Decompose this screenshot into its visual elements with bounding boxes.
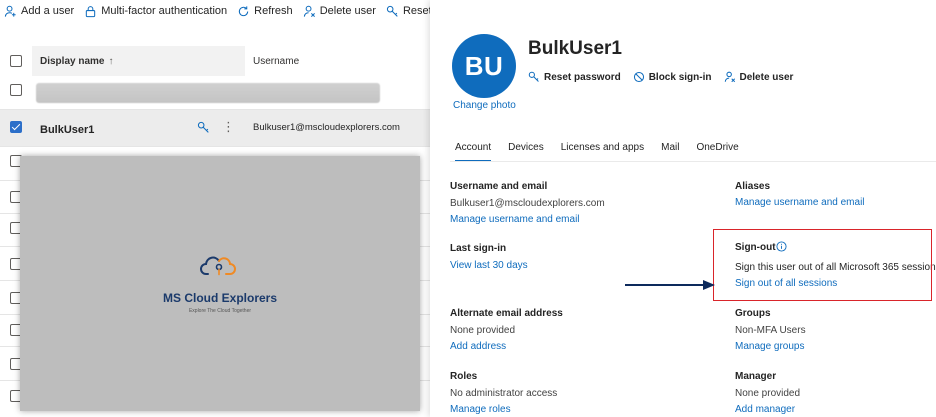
row-display-name[interactable]: BulkUser1 bbox=[40, 124, 94, 136]
key-icon bbox=[386, 5, 398, 17]
user-actions: Reset password Block sign-in Delete user bbox=[528, 71, 805, 83]
refresh-label: Refresh bbox=[254, 5, 293, 17]
watermark-overlay: MS Cloud Explorers Explore The Cloud Tog… bbox=[20, 156, 420, 411]
tabs-divider bbox=[450, 161, 936, 162]
avatar: BU bbox=[452, 34, 516, 98]
watermark-title: MS Cloud Explorers bbox=[162, 291, 278, 305]
reset-password-action-label: Reset password bbox=[544, 71, 621, 83]
lock-icon bbox=[86, 5, 96, 17]
aliases-label: Aliases bbox=[735, 181, 771, 192]
tab-account[interactable]: Account bbox=[455, 142, 492, 162]
alternate-email-label: Alternate email address bbox=[450, 308, 563, 319]
delete-user-action-label: Delete user bbox=[739, 71, 794, 83]
change-photo-link[interactable]: Change photo bbox=[453, 100, 516, 111]
mfa-button[interactable]: Multi-factor authentication bbox=[84, 5, 227, 18]
delete-user-label: Delete user bbox=[319, 5, 376, 17]
manage-aliases-link[interactable]: Manage username and email bbox=[735, 197, 865, 208]
delete-user-button[interactable]: Delete user bbox=[724, 71, 794, 83]
row-checkbox[interactable] bbox=[10, 84, 22, 96]
table-header: Display name ↑ Username bbox=[0, 46, 430, 76]
command-bar: Add a user Multi-factor authentication R… bbox=[0, 0, 430, 22]
user-detail-panel: BU Change photo BulkUser1 Reset password… bbox=[430, 0, 936, 417]
groups-value: Non-MFA Users bbox=[735, 325, 806, 336]
key-icon bbox=[528, 71, 539, 82]
users-list-pane: Add a user Multi-factor authentication R… bbox=[0, 0, 430, 417]
column-username-label: Username bbox=[253, 55, 300, 67]
manage-username-link[interactable]: Manage username and email bbox=[450, 214, 580, 225]
person-delete-icon bbox=[303, 5, 315, 17]
tab-mail[interactable]: Mail bbox=[661, 142, 679, 161]
more-options-icon[interactable]: ⋮ bbox=[222, 120, 235, 133]
last-sign-in-label: Last sign-in bbox=[450, 243, 507, 254]
refresh-icon bbox=[238, 5, 249, 16]
reset-password-label: Reset password bbox=[402, 5, 430, 17]
row-divider bbox=[0, 146, 430, 147]
watermark-tagline: Explore The Cloud Together bbox=[188, 308, 252, 314]
delete-user-toolbar-button[interactable]: Delete user bbox=[303, 5, 376, 18]
tab-devices[interactable]: Devices bbox=[508, 142, 544, 161]
person-add-icon bbox=[4, 5, 16, 17]
reset-password-button[interactable]: Reset password bbox=[528, 71, 621, 83]
add-address-link[interactable]: Add address bbox=[450, 341, 506, 352]
roles-value: No administrator access bbox=[450, 388, 558, 399]
alternate-email-value: None provided bbox=[450, 325, 516, 336]
row-checkbox-checked[interactable] bbox=[10, 121, 22, 133]
refresh-button[interactable]: Refresh bbox=[237, 5, 293, 18]
key-icon[interactable] bbox=[197, 121, 210, 134]
person-delete-icon bbox=[724, 71, 735, 83]
arrow-right-icon bbox=[625, 280, 715, 290]
block-sign-in-label: Block sign-in bbox=[648, 71, 712, 83]
reset-password-toolbar-button[interactable]: Reset password bbox=[386, 5, 430, 18]
user-display-name: BulkUser1 bbox=[528, 38, 622, 59]
column-display-name-label: Display name bbox=[40, 55, 105, 67]
sort-ascending-icon: ↑ bbox=[108, 55, 114, 67]
roles-label: Roles bbox=[450, 371, 478, 382]
add-user-button[interactable]: Add a user bbox=[4, 5, 74, 18]
tab-licenses-and-apps[interactable]: Licenses and apps bbox=[561, 142, 644, 161]
column-header-display-name[interactable]: Display name ↑ bbox=[32, 46, 245, 76]
row-username: Bulkuser1@mscloudexplorers.com bbox=[253, 122, 400, 133]
view-last-30-days-link[interactable]: View last 30 days bbox=[450, 260, 528, 271]
username-email-label: Username and email bbox=[450, 181, 548, 192]
manage-groups-link[interactable]: Manage groups bbox=[735, 341, 805, 352]
detail-tabs: Account Devices Licenses and apps Mail O… bbox=[455, 142, 756, 162]
username-email-value: Bulkuser1@mscloudexplorers.com bbox=[450, 198, 605, 209]
redacted-row bbox=[36, 83, 380, 103]
highlight-box bbox=[713, 229, 932, 301]
groups-label: Groups bbox=[735, 308, 771, 319]
mfa-label: Multi-factor authentication bbox=[101, 5, 228, 17]
add-user-label: Add a user bbox=[21, 5, 75, 17]
manager-value: None provided bbox=[735, 388, 801, 399]
manage-roles-link[interactable]: Manage roles bbox=[450, 404, 511, 415]
add-manager-link[interactable]: Add manager bbox=[735, 404, 795, 415]
column-header-username[interactable]: Username bbox=[245, 46, 299, 76]
cloud-logo-icon bbox=[200, 256, 236, 276]
block-icon bbox=[633, 71, 644, 83]
manager-label: Manager bbox=[735, 371, 777, 382]
block-sign-in-button[interactable]: Block sign-in bbox=[633, 71, 712, 83]
tab-onedrive[interactable]: OneDrive bbox=[696, 142, 738, 161]
